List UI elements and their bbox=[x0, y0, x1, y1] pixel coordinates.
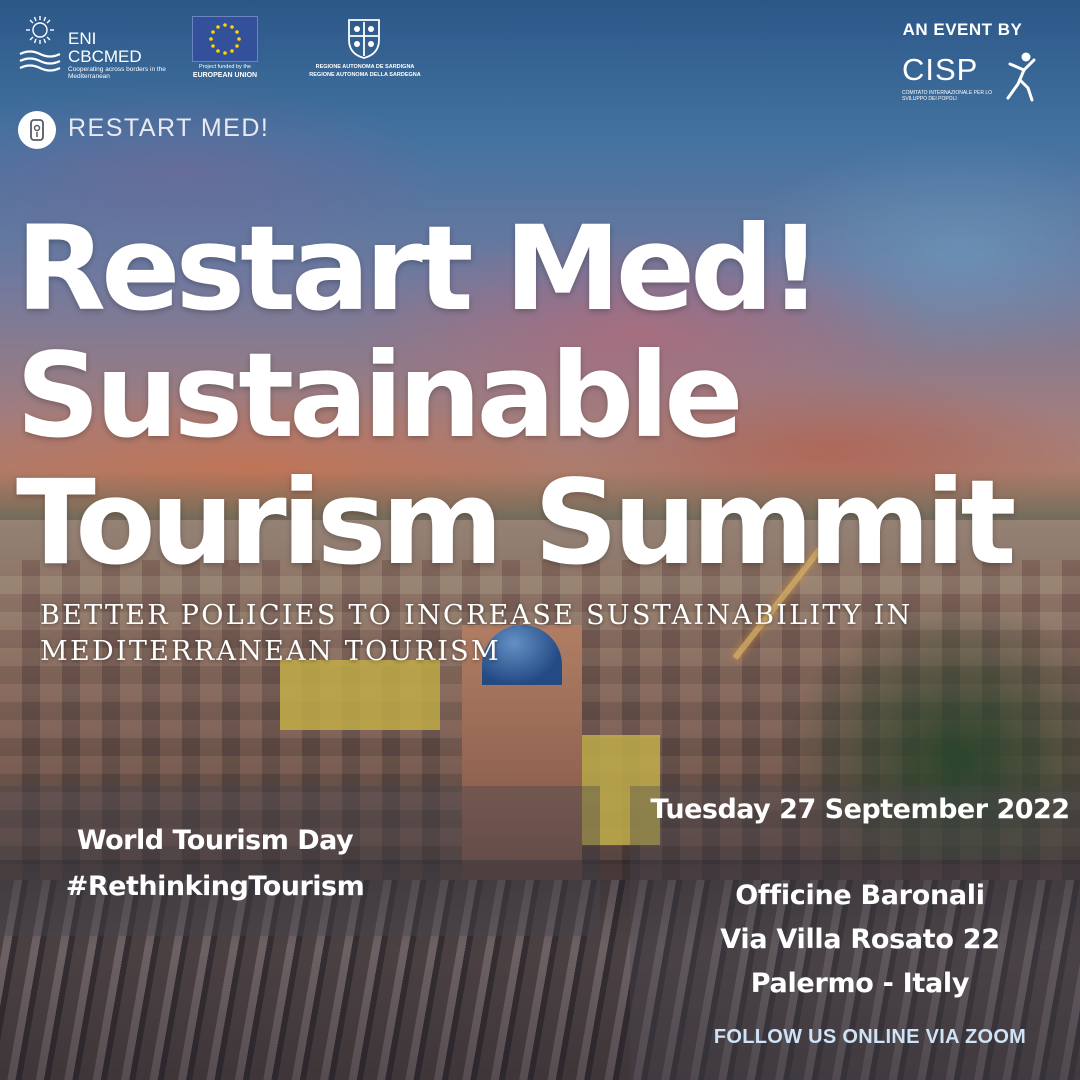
restart-med-label: RESTART MED! bbox=[68, 114, 270, 142]
event-poster: ENI CBCMED Cooperating across borders in… bbox=[0, 0, 1080, 1080]
european-union-logo: Project funded by the EUROPEAN UNION bbox=[190, 16, 262, 86]
event-date: Tuesday 27 September 2022 bbox=[650, 794, 1070, 825]
sardegna-crest-icon bbox=[348, 19, 380, 59]
eni-cbcmed-logo: ENI CBCMED Cooperating across borders in… bbox=[18, 14, 178, 86]
restart-badge-icon bbox=[18, 111, 56, 149]
event-hashtag: #RethinkingTourism bbox=[65, 871, 365, 902]
eu-flag-icon bbox=[192, 16, 258, 62]
online-zoom-note: FOLLOW US ONLINE VIA ZOOM bbox=[713, 1026, 1027, 1048]
event-subtitle: BETTER POLICIES TO INCREASE SUSTAINABILI… bbox=[40, 598, 1040, 670]
occasion-block: World Tourism Day #RethinkingTourism bbox=[40, 818, 390, 910]
eni-name: ENI CBCMED bbox=[68, 29, 142, 66]
title-line-2: Sustainable bbox=[16, 327, 744, 464]
venue-city: Palermo - Italy bbox=[750, 968, 970, 999]
sardegna-region-logo: REGIONE AUTONOMA DE SARDIGNA REGIONE AUT… bbox=[300, 16, 430, 86]
sardegna-line-2: REGIONE AUTONOMA DELLA SARDEGNA bbox=[309, 72, 421, 78]
cisp-logo: CISP COMITATO INTERNAZIONALE PER LO SVIL… bbox=[902, 50, 1042, 106]
venue-block: Officine Baronali Via Villa Rosato 22 Pa… bbox=[640, 874, 1080, 1006]
venue-address: Via Villa Rosato 22 bbox=[720, 924, 1000, 955]
subtitle-line-2: MEDITERRANEAN TOURISM bbox=[40, 636, 501, 667]
occasion-name: World Tourism Day bbox=[76, 825, 354, 856]
eu-funded-text: Project funded by the bbox=[199, 64, 251, 70]
eni-sun-waves-icon bbox=[19, 16, 61, 72]
event-title: Restart Med! Sustainable Tourism Summit bbox=[16, 200, 1016, 591]
an-event-by-label: AN EVENT BY bbox=[902, 20, 1023, 39]
title-line-1: Restart Med! bbox=[16, 200, 822, 337]
eu-name: EUROPEAN UNION bbox=[192, 72, 258, 79]
venue-name: Officine Baronali bbox=[735, 880, 985, 911]
cisp-name: CISP bbox=[902, 52, 979, 87]
eni-tagline: Cooperating across borders in the Medite… bbox=[68, 66, 166, 80]
cisp-subtitle: COMITATO INTERNAZIONALE PER LO SVILUPPO … bbox=[902, 90, 993, 102]
sardegna-line-1: REGIONE AUTONOMA DE SARDIGNA bbox=[315, 64, 415, 70]
title-line-3: Tourism Summit bbox=[16, 454, 1016, 591]
subtitle-line-1: BETTER POLICIES TO INCREASE SUSTAINABILI… bbox=[40, 600, 913, 631]
